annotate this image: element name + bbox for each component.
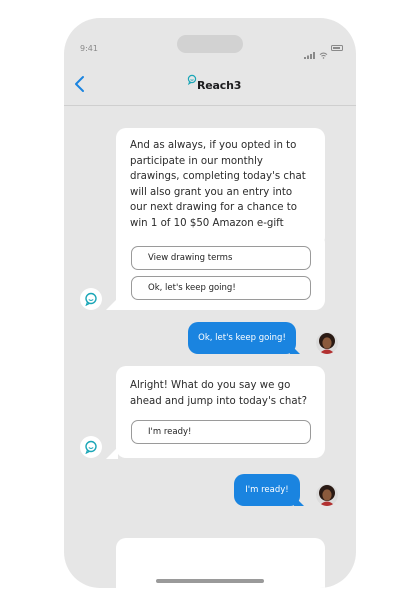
bot-message-bubble: And as always, if you opted in to partic… <box>116 128 325 247</box>
signal-icon <box>304 44 316 59</box>
chat-bot-icon <box>85 292 97 306</box>
user-avatar-image <box>316 332 338 354</box>
wifi-icon <box>319 44 328 59</box>
battery-icon <box>331 44 343 51</box>
bot-message-bubble: Alright! What do you say we go ahead and… <box>116 366 325 458</box>
bot-avatar <box>80 288 102 310</box>
dynamic-island <box>177 35 243 53</box>
bubble-tail <box>106 447 118 459</box>
bot-options-card: View drawing terms Ok, let's keep going! <box>116 233 325 310</box>
chat-bot-icon <box>85 440 97 454</box>
user-message-text: Ok, let's keep going! <box>198 333 286 343</box>
im-ready-option-button[interactable]: I'm ready! <box>131 420 311 444</box>
user-message-bubble: I'm ready! <box>234 474 300 506</box>
bot-avatar <box>80 436 102 458</box>
chat-header: Reach3 <box>64 62 356 106</box>
status-icons <box>304 44 343 59</box>
chevron-left-icon <box>75 76 84 92</box>
user-avatar <box>316 332 338 354</box>
logo-text: Reach3 <box>197 79 242 92</box>
bubble-tail <box>290 344 300 354</box>
reach3-logo: Reach3 <box>187 74 241 92</box>
chat-bubble-logo-icon <box>187 74 197 86</box>
user-avatar-image <box>316 484 338 506</box>
back-button[interactable] <box>72 72 88 96</box>
user-message-text: I'm ready! <box>245 485 289 495</box>
bubble-tail <box>106 298 118 310</box>
keep-going-option-button[interactable]: Ok, let's keep going! <box>131 276 311 300</box>
home-indicator[interactable] <box>156 579 264 583</box>
view-drawing-terms-button[interactable]: View drawing terms <box>131 246 311 270</box>
bot-message-text: And as always, if you opted in to partic… <box>130 140 306 244</box>
user-message-bubble: Ok, let's keep going! <box>188 322 296 354</box>
screenshot-canvas: 9:41 Reach3 And as always, if you opted … <box>0 0 419 608</box>
user-avatar <box>316 484 338 506</box>
bubble-tail <box>294 496 304 506</box>
bot-message-text: Alright! What do you say we go ahead and… <box>130 380 308 407</box>
phone-frame: 9:41 Reach3 And as always, if you opted … <box>64 18 356 588</box>
status-time: 9:41 <box>80 44 98 53</box>
